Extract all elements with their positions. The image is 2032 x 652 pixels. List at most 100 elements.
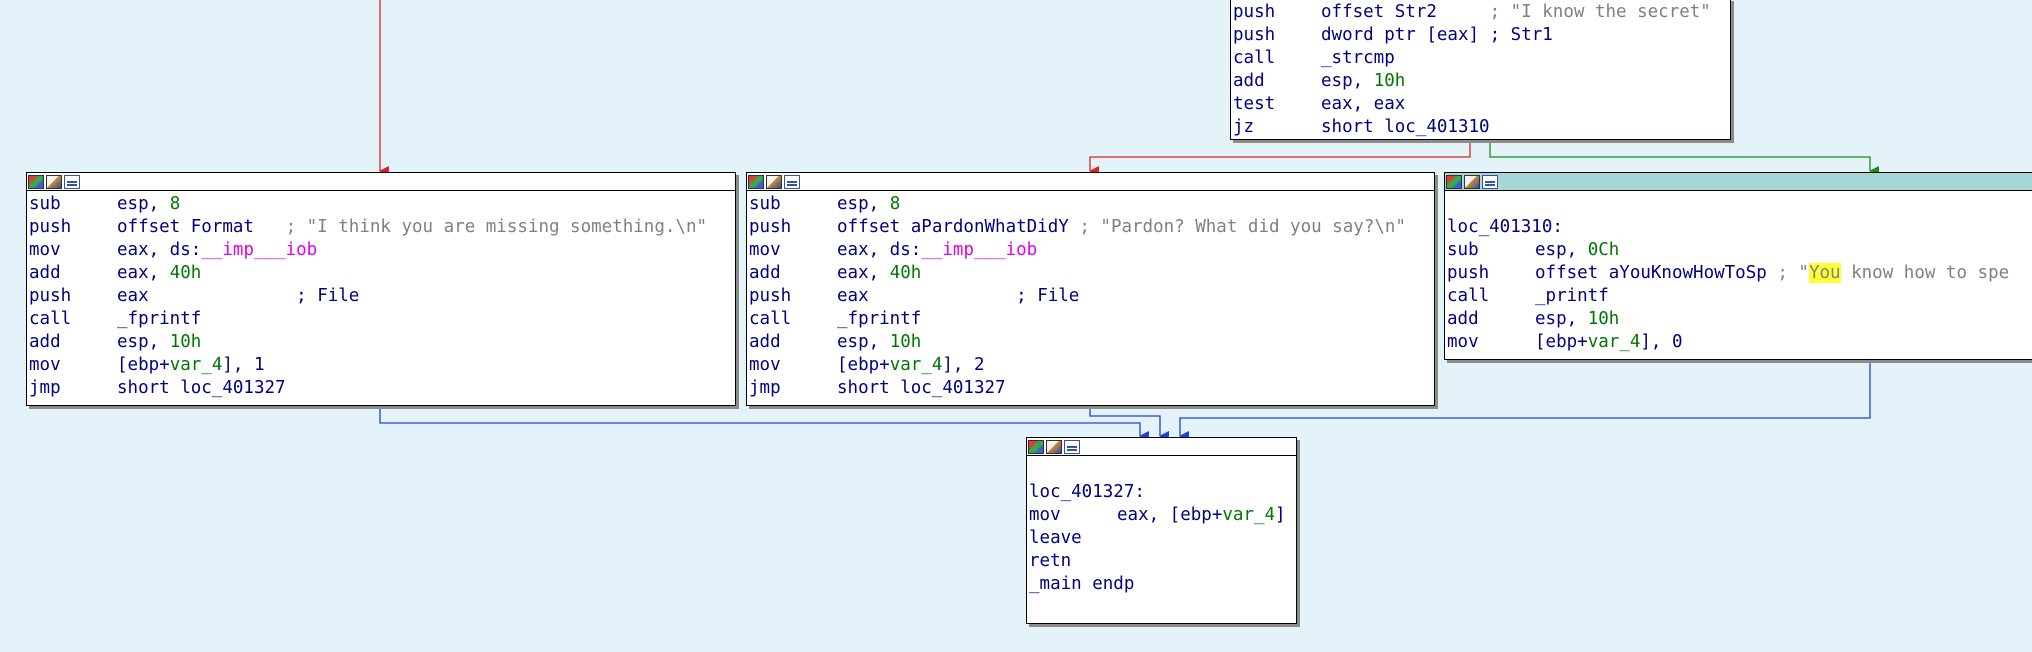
node-listing-icon[interactable] — [784, 174, 800, 189]
mnemonic: sub — [1447, 240, 1479, 260]
instruction-row[interactable]: mov eax, [ebp+var_4] — [1029, 504, 1296, 527]
code-block-strcmp[interactable]: push offset Str2 ; "I know the secret" pu… — [1230, 0, 1731, 140]
mnemonic: mov — [1029, 505, 1061, 525]
mnemonic: sub — [29, 194, 61, 214]
mnemonic: add — [1447, 309, 1479, 329]
instruction-row[interactable]: retn — [1029, 550, 1296, 573]
numeric-operand: 10h — [169, 332, 202, 352]
mnemonic: jmp — [749, 378, 781, 398]
instruction-row[interactable]: push offset aYouKnowHowToSp ; "You know h… — [1447, 262, 2032, 285]
code-block-missing-something[interactable]: sub esp, 8 push offset Format ; "I think y… — [26, 172, 736, 406]
code-block-loc-401327[interactable]: loc_401327: mov eax, [ebp+var_4] leave re… — [1026, 437, 1297, 624]
operand: eax, [ebp+ — [1117, 505, 1223, 525]
edge-mid-to-exit — [1089, 406, 1169, 441]
mnemonic: push — [749, 286, 792, 306]
mnemonic: add — [749, 263, 781, 283]
operand: _printf — [1535, 286, 1609, 306]
local-variable[interactable]: var_4 — [890, 355, 943, 375]
import-symbol[interactable]: __imp___iob — [201, 240, 317, 260]
instruction-row[interactable]: mov [ebp+var_4], 0 — [1447, 331, 2032, 354]
location-label[interactable]: loc_401327: — [1029, 481, 1296, 504]
instruction-row[interactable]: jmp short loc_401327 — [749, 377, 1434, 400]
instruction-row[interactable]: call _printf — [1447, 285, 2032, 308]
operand: esp, — [117, 332, 170, 352]
operand: short loc_401327 — [117, 378, 286, 398]
instruction-row[interactable]: push offset aPardonWhatDidY ; "Pardon? Wh… — [749, 216, 1434, 239]
numeric-operand: 10h — [889, 332, 922, 352]
operand: [ebp+ — [1535, 332, 1588, 352]
instruction-row[interactable]: mov eax, ds:__imp___iob — [749, 239, 1434, 262]
comment: ; "I know the secret" — [1489, 2, 1711, 22]
operand: _fprintf — [117, 309, 202, 329]
instruction-row[interactable]: add esp, 10h — [1447, 308, 2032, 331]
local-variable[interactable]: var_4 — [170, 355, 223, 375]
instruction-row[interactable]: mov eax, ds:__imp___iob — [29, 239, 735, 262]
numeric-operand: 8 — [889, 194, 901, 214]
code-block-loc-401310[interactable]: loc_401310: sub esp, 0Ch push offset aYouK… — [1444, 172, 2032, 360]
instruction-row[interactable]: add esp, 10h — [749, 331, 1434, 354]
import-symbol[interactable]: __imp___iob — [921, 240, 1037, 260]
mnemonic: mov — [749, 355, 781, 375]
operand: offset Format — [117, 217, 254, 237]
instruction-row[interactable]: jz short loc_401310 — [1233, 116, 1730, 139]
instruction-row[interactable]: push offset Format ; "I think you are mis… — [29, 216, 735, 239]
operand: eax, — [117, 263, 170, 283]
numeric-operand: 0Ch — [1587, 240, 1620, 260]
graph-overview-icon[interactable] — [28, 174, 44, 189]
instruction-row[interactable]: add eax, 40h — [749, 262, 1434, 285]
location-label[interactable]: loc_401310: — [1447, 216, 2032, 239]
instruction-row[interactable]: mov [ebp+var_4], 2 — [749, 354, 1434, 377]
instruction-row[interactable]: sub esp, 0Ch — [1447, 239, 2032, 262]
edit-node-icon[interactable] — [46, 174, 62, 189]
edit-node-icon[interactable] — [1046, 439, 1062, 454]
operand: [ebp+ — [117, 355, 170, 375]
operand: esp, — [1535, 309, 1588, 329]
graph-overview-icon[interactable] — [1028, 439, 1044, 454]
instruction-row[interactable]: leave — [1029, 527, 1296, 550]
operand: eax, ds: — [837, 240, 922, 260]
mnemonic: push — [29, 217, 72, 237]
instruction-row[interactable]: push offset Str2 ; "I know the secret" — [1233, 1, 1730, 24]
mnemonic: push — [29, 286, 72, 306]
instruction-row[interactable]: add eax, 40h — [29, 262, 735, 285]
mnemonic: add — [29, 263, 61, 283]
node-listing-icon[interactable] — [1482, 174, 1498, 189]
node-listing-icon[interactable] — [1064, 439, 1080, 454]
operand-tail: ], 2 — [942, 355, 985, 375]
instruction-row[interactable]: push eax ; File — [29, 285, 735, 308]
function-end: _main endp — [1029, 574, 1135, 594]
node-listing-icon[interactable] — [64, 174, 80, 189]
operand: esp, — [117, 194, 170, 214]
instruction-row[interactable]: add esp, 10h — [1233, 70, 1730, 93]
instruction-row[interactable]: add esp, 10h — [29, 331, 735, 354]
local-variable[interactable]: var_4 — [1588, 332, 1641, 352]
graph-overview-icon[interactable] — [748, 174, 764, 189]
instruction-row[interactable]: call _fprintf — [749, 308, 1434, 331]
instruction-row[interactable]: sub esp, 8 — [29, 193, 735, 216]
local-variable[interactable]: var_4 — [1222, 505, 1275, 525]
mnemonic: mov — [29, 355, 61, 375]
instruction-row[interactable]: test eax, eax — [1233, 93, 1730, 116]
edit-node-icon[interactable] — [766, 174, 782, 189]
instruction-row[interactable]: jmp short loc_401327 — [29, 377, 735, 400]
instruction-row[interactable]: push eax ; File — [749, 285, 1434, 308]
instruction-row[interactable]: call _fprintf — [29, 308, 735, 331]
operand: esp, — [1321, 71, 1374, 91]
numeric-operand: 10h — [1373, 71, 1406, 91]
instruction-row[interactable]: mov [ebp+var_4], 1 — [29, 354, 735, 377]
graph-overview-icon[interactable] — [1446, 174, 1462, 189]
mnemonic: call — [1233, 48, 1276, 68]
numeric-operand: 40h — [169, 263, 202, 283]
instruction-row[interactable]: push dword ptr [eax] ; Str1 — [1233, 24, 1730, 47]
node-header — [747, 173, 1434, 191]
comment-tail: know how to spe — [1840, 263, 2010, 283]
mnemonic: call — [1447, 286, 1490, 306]
node-header — [1027, 438, 1296, 456]
code-block-pardon[interactable]: sub esp, 8 push offset aPardonWhatDidY ; "… — [746, 172, 1435, 406]
operand: [ebp+ — [837, 355, 890, 375]
operand: eax, eax — [1321, 94, 1406, 114]
instruction-row[interactable]: call _strcmp — [1233, 47, 1730, 70]
edit-node-icon[interactable] — [1464, 174, 1480, 189]
mnemonic: retn — [1029, 551, 1072, 571]
instruction-row[interactable]: sub esp, 8 — [749, 193, 1434, 216]
